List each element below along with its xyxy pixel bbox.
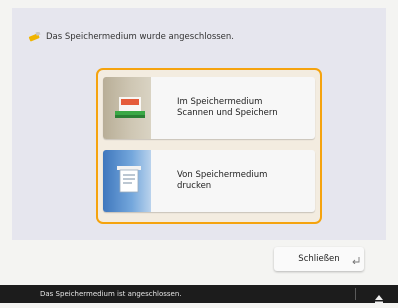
corner-arrow-icon <box>352 257 360 267</box>
print-from-media-button[interactable]: Von Speichermedium drucken <box>103 150 315 212</box>
scan-to-media-icon <box>103 77 151 139</box>
dialog-panel: Das Speichermedium wurde angeschlossen. … <box>12 8 386 240</box>
status-divider <box>355 288 356 300</box>
usb-stick-icon <box>28 31 42 42</box>
options-group: Im Speichermedium Scannen und Speichern … <box>96 68 322 224</box>
close-label: Schließen <box>298 254 340 264</box>
eject-icon[interactable] <box>374 289 384 308</box>
scan-and-store-label: Im Speichermedium Scannen und Speichern <box>177 97 278 118</box>
media-connected-message: Das Speichermedium wurde angeschlossen. <box>28 30 234 44</box>
status-text: Das Speichermedium ist angeschlossen. <box>40 290 182 298</box>
print-from-media-icon <box>103 150 151 212</box>
close-button[interactable]: Schließen <box>274 247 364 271</box>
print-from-media-label: Von Speichermedium drucken <box>177 170 268 191</box>
message-text: Das Speichermedium wurde angeschlossen. <box>46 32 234 42</box>
scan-and-store-button[interactable]: Im Speichermedium Scannen und Speichern <box>103 77 315 139</box>
status-bar: Das Speichermedium ist angeschlossen. <box>0 285 398 304</box>
